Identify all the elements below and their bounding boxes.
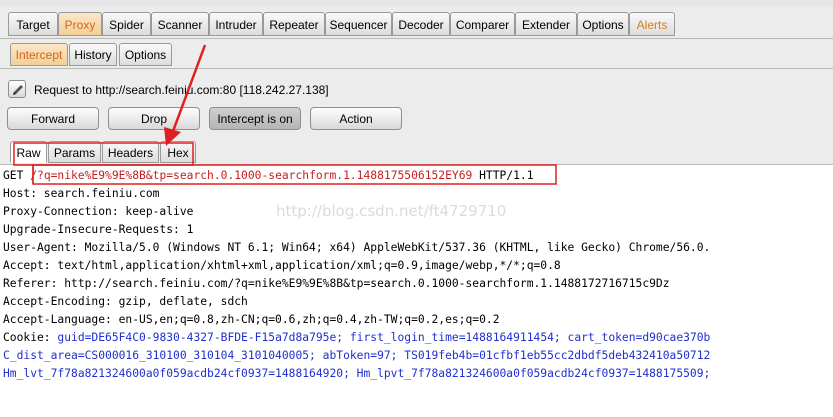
menu-bar bbox=[0, 0, 833, 6]
forward-button[interactable]: Forward bbox=[7, 107, 99, 130]
action-button[interactable]: Action bbox=[310, 107, 402, 130]
header-upgrade-insecure: Upgrade-Insecure-Requests: 1 bbox=[3, 223, 194, 236]
header-accept-encoding: Accept-Encoding: gzip, deflate, sdch bbox=[3, 295, 248, 308]
tab-repeater[interactable]: Repeater bbox=[263, 12, 325, 36]
header-proxy-connection: Proxy-Connection: keep-alive bbox=[3, 205, 194, 218]
request-target-label: Request to http://search.feiniu.com:80 [… bbox=[34, 83, 329, 97]
subtab-options[interactable]: Options bbox=[119, 43, 172, 66]
tab-params[interactable]: Params bbox=[48, 141, 101, 163]
pencil-icon[interactable] bbox=[8, 80, 26, 98]
header-host: Host: search.feiniu.com bbox=[3, 187, 160, 200]
tab-options[interactable]: Options bbox=[577, 12, 629, 36]
header-user-agent: User-Agent: Mozilla/5.0 (Windows NT 6.1;… bbox=[3, 241, 711, 254]
tab-scanner[interactable]: Scanner bbox=[151, 12, 209, 36]
tab-sequencer[interactable]: Sequencer bbox=[325, 12, 392, 36]
request-protocol: HTTP/1.1 bbox=[472, 169, 534, 182]
cookie-value-1: guid=DE65F4C0-9830-4327-BFDE-F15a7d8a795… bbox=[57, 331, 711, 344]
message-view-tab-bar: Raw Params Headers Hex bbox=[0, 140, 833, 165]
tab-proxy[interactable]: Proxy bbox=[58, 12, 102, 36]
intercept-toggle-button[interactable]: Intercept is on bbox=[209, 107, 301, 130]
tab-alerts[interactable]: Alerts bbox=[629, 12, 675, 36]
tab-raw[interactable]: Raw bbox=[10, 141, 47, 163]
watermark: http://blog.csdn.net/ft4729710 bbox=[276, 202, 507, 220]
header-accept: Accept: text/html,application/xhtml+xml,… bbox=[3, 259, 561, 272]
tab-spider[interactable]: Spider bbox=[102, 12, 151, 36]
tab-intruder[interactable]: Intruder bbox=[209, 12, 263, 36]
tab-comparer[interactable]: Comparer bbox=[450, 12, 515, 36]
header-cookie: Cookie: guid=DE65F4C0-9830-4327-BFDE-F15… bbox=[3, 329, 710, 347]
cookie-value-3: Hm_lvt_7f78a821324600a0f059acdb24cf0937=… bbox=[3, 367, 711, 380]
request-path: /?q=nike%E9%9E%8B&tp=search.0.1000-searc… bbox=[30, 169, 473, 182]
header-referer: Referer: http://search.feiniu.com/?q=nik… bbox=[3, 277, 670, 290]
drop-button[interactable]: Drop bbox=[108, 107, 200, 130]
tab-hex[interactable]: Hex bbox=[160, 141, 196, 163]
main-tab-bar: Target Proxy Spider Scanner Intruder Rep… bbox=[0, 10, 833, 39]
tab-extender[interactable]: Extender bbox=[515, 12, 577, 36]
header-accept-language: Accept-Language: en-US,en;q=0.8,zh-CN;q=… bbox=[3, 313, 500, 326]
cookie-value-2: C_dist_area=CS000016_310100_310104_31010… bbox=[3, 349, 711, 362]
cookie-label: Cookie: bbox=[3, 331, 58, 344]
subtab-intercept[interactable]: Intercept bbox=[10, 43, 68, 66]
request-method: GET bbox=[3, 169, 31, 182]
tab-headers[interactable]: Headers bbox=[102, 141, 159, 163]
request-line: GET /?q=nike%E9%9E%8B&tp=search.0.1000-s… bbox=[3, 167, 534, 185]
subtab-history[interactable]: History bbox=[69, 43, 117, 66]
intercept-panel: Request to http://search.feiniu.com:80 [… bbox=[0, 70, 833, 417]
tab-target[interactable]: Target bbox=[8, 12, 58, 36]
raw-request-editor[interactable]: GET /?q=nike%E9%9E%8B&tp=search.0.1000-s… bbox=[0, 165, 833, 417]
proxy-sub-tab-bar: Intercept History Options bbox=[0, 40, 833, 69]
tab-decoder[interactable]: Decoder bbox=[392, 12, 450, 36]
